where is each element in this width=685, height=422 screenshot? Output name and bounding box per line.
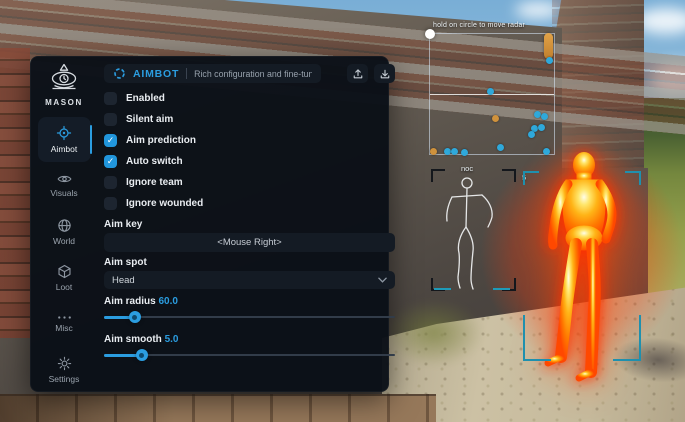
skeleton-icon <box>431 169 516 291</box>
radar-blue-dot <box>538 124 545 131</box>
download-icon <box>379 68 391 80</box>
radar-blue-dot <box>528 131 535 138</box>
sidebar-item-label: Misc <box>55 323 72 333</box>
aim-spot-dropdown[interactable]: Head <box>104 271 395 289</box>
export-config-button[interactable] <box>347 64 368 83</box>
checkbox-unchecked-icon[interactable] <box>104 113 117 126</box>
checkbox-unchecked-icon[interactable] <box>104 92 117 105</box>
sidebar-item-aimbot[interactable]: Aimbot <box>38 117 91 162</box>
cheat-panel: MASON Aimbot Visuals World Loot Misc Settings… <box>30 56 389 392</box>
radar-blue-dot <box>546 57 553 64</box>
mason-eye-logo-icon <box>44 63 84 95</box>
bracket-corner <box>625 171 641 185</box>
eye-icon <box>57 173 72 185</box>
aim-radius-value: 60.0 <box>158 296 177 307</box>
upload-icon <box>352 68 364 80</box>
sidebar-item-label: Aimbot <box>51 144 77 154</box>
logo: MASON <box>44 63 84 107</box>
bracket-corner <box>523 171 539 185</box>
checkbox-checked-icon[interactable]: ✓ <box>104 155 117 168</box>
checkbox-auto-switch[interactable]: ✓ Auto switch <box>104 155 395 168</box>
checkbox-unchecked-icon[interactable] <box>104 197 117 210</box>
checkbox-aim-prediction[interactable]: ✓ Aim prediction <box>104 134 395 147</box>
checkbox-ignore-team[interactable]: Ignore team <box>104 176 395 189</box>
aimbot-page: AIMBOT Rich configuration and fine-tunin… <box>97 57 405 391</box>
sidebar-item-world[interactable]: World <box>38 209 91 254</box>
left-brick-edge <box>0 48 30 338</box>
slider-knob[interactable] <box>136 349 148 361</box>
radar-blue-dot <box>541 113 548 120</box>
checkbox-label: Auto switch <box>126 156 183 167</box>
checkbox-enabled[interactable]: Enabled <box>104 92 395 105</box>
ellipsis-icon <box>57 315 72 320</box>
radar-blue-dot <box>497 144 504 151</box>
aimbot-ring-icon <box>113 67 126 80</box>
radar[interactable]: hold on circle to move radar <box>429 33 555 155</box>
sidebar-item-settings[interactable]: Settings <box>38 347 91 392</box>
slider-knob[interactable] <box>129 311 141 323</box>
aim-radius-slider[interactable] <box>104 311 395 323</box>
import-config-button[interactable] <box>374 64 395 83</box>
checkbox-label: Ignore team <box>126 177 183 188</box>
checkbox-silent-aim[interactable]: Silent aim <box>104 113 395 126</box>
checkbox-ignore-wounded[interactable]: Ignore wounded <box>104 197 395 210</box>
aim-key-label: Aim key <box>104 219 395 230</box>
bracket-corner <box>613 315 641 361</box>
bracket-corner <box>523 315 551 361</box>
radar-hint: hold on circle to move radar <box>433 22 525 29</box>
divider <box>186 68 187 79</box>
sidebar-item-loot[interactable]: Loot <box>38 255 91 300</box>
radar-blue-dot <box>487 88 494 95</box>
checkbox-label: Ignore wounded <box>126 198 203 209</box>
chevron-down-icon <box>378 277 387 283</box>
radar-blue-dot <box>451 148 458 155</box>
checkbox-checked-icon[interactable]: ✓ <box>104 134 117 147</box>
checkbox-label: Enabled <box>126 93 165 104</box>
sidebar-item-misc[interactable]: Misc <box>38 301 91 346</box>
sidebar-item-label: World <box>53 236 75 246</box>
page-header: AIMBOT Rich configuration and fine-tunin… <box>104 64 321 83</box>
checkbox-label: Silent aim <box>126 114 173 125</box>
player-esp-box <box>523 171 641 361</box>
checkbox-unchecked-icon[interactable] <box>104 176 117 189</box>
skeleton-esp-box: noc 5 <box>431 169 516 291</box>
radar-drag-handle[interactable] <box>425 29 435 39</box>
radar-blue-dot <box>461 149 468 156</box>
sidebar-item-label: Visuals <box>50 188 77 198</box>
sidebar-item-label: Settings <box>49 374 80 384</box>
radar-blue-dot <box>543 148 550 155</box>
game-scene: hold on circle to move radar noc 5 <box>0 0 685 422</box>
aim-smooth-slider[interactable] <box>104 349 395 361</box>
globe-icon <box>57 218 72 233</box>
cube-icon <box>57 264 72 279</box>
aim-smooth-label: Aim smooth 5.0 <box>104 334 395 345</box>
gear-icon <box>57 356 72 371</box>
radar-blue-dot <box>444 148 451 155</box>
page-title: AIMBOT <box>133 68 179 80</box>
wall-base-bricks <box>0 394 436 422</box>
checkbox-label: Aim prediction <box>126 135 196 146</box>
radar-offscreen-marker <box>544 33 553 59</box>
aim-spot-label: Aim spot <box>104 257 395 268</box>
aim-smooth-value: 5.0 <box>165 334 179 345</box>
radar-orange-dot <box>492 115 499 122</box>
radar-orange-dot <box>430 148 437 155</box>
crosshair-icon <box>56 125 72 141</box>
sidebar-item-visuals[interactable]: Visuals <box>38 163 91 208</box>
aim-key-button[interactable]: <Mouse Right> <box>104 233 395 252</box>
aim-radius-label: Aim radius 60.0 <box>104 296 395 307</box>
sidebar-item-label: Loot <box>56 282 73 292</box>
page-subtitle: Rich configuration and fine-tuning <box>194 69 312 79</box>
radar-blue-dot <box>534 111 541 118</box>
aim-spot-value: Head <box>112 275 135 286</box>
sidebar: MASON Aimbot Visuals World Loot Misc Settings <box>31 57 97 391</box>
logo-label: MASON <box>45 98 83 107</box>
